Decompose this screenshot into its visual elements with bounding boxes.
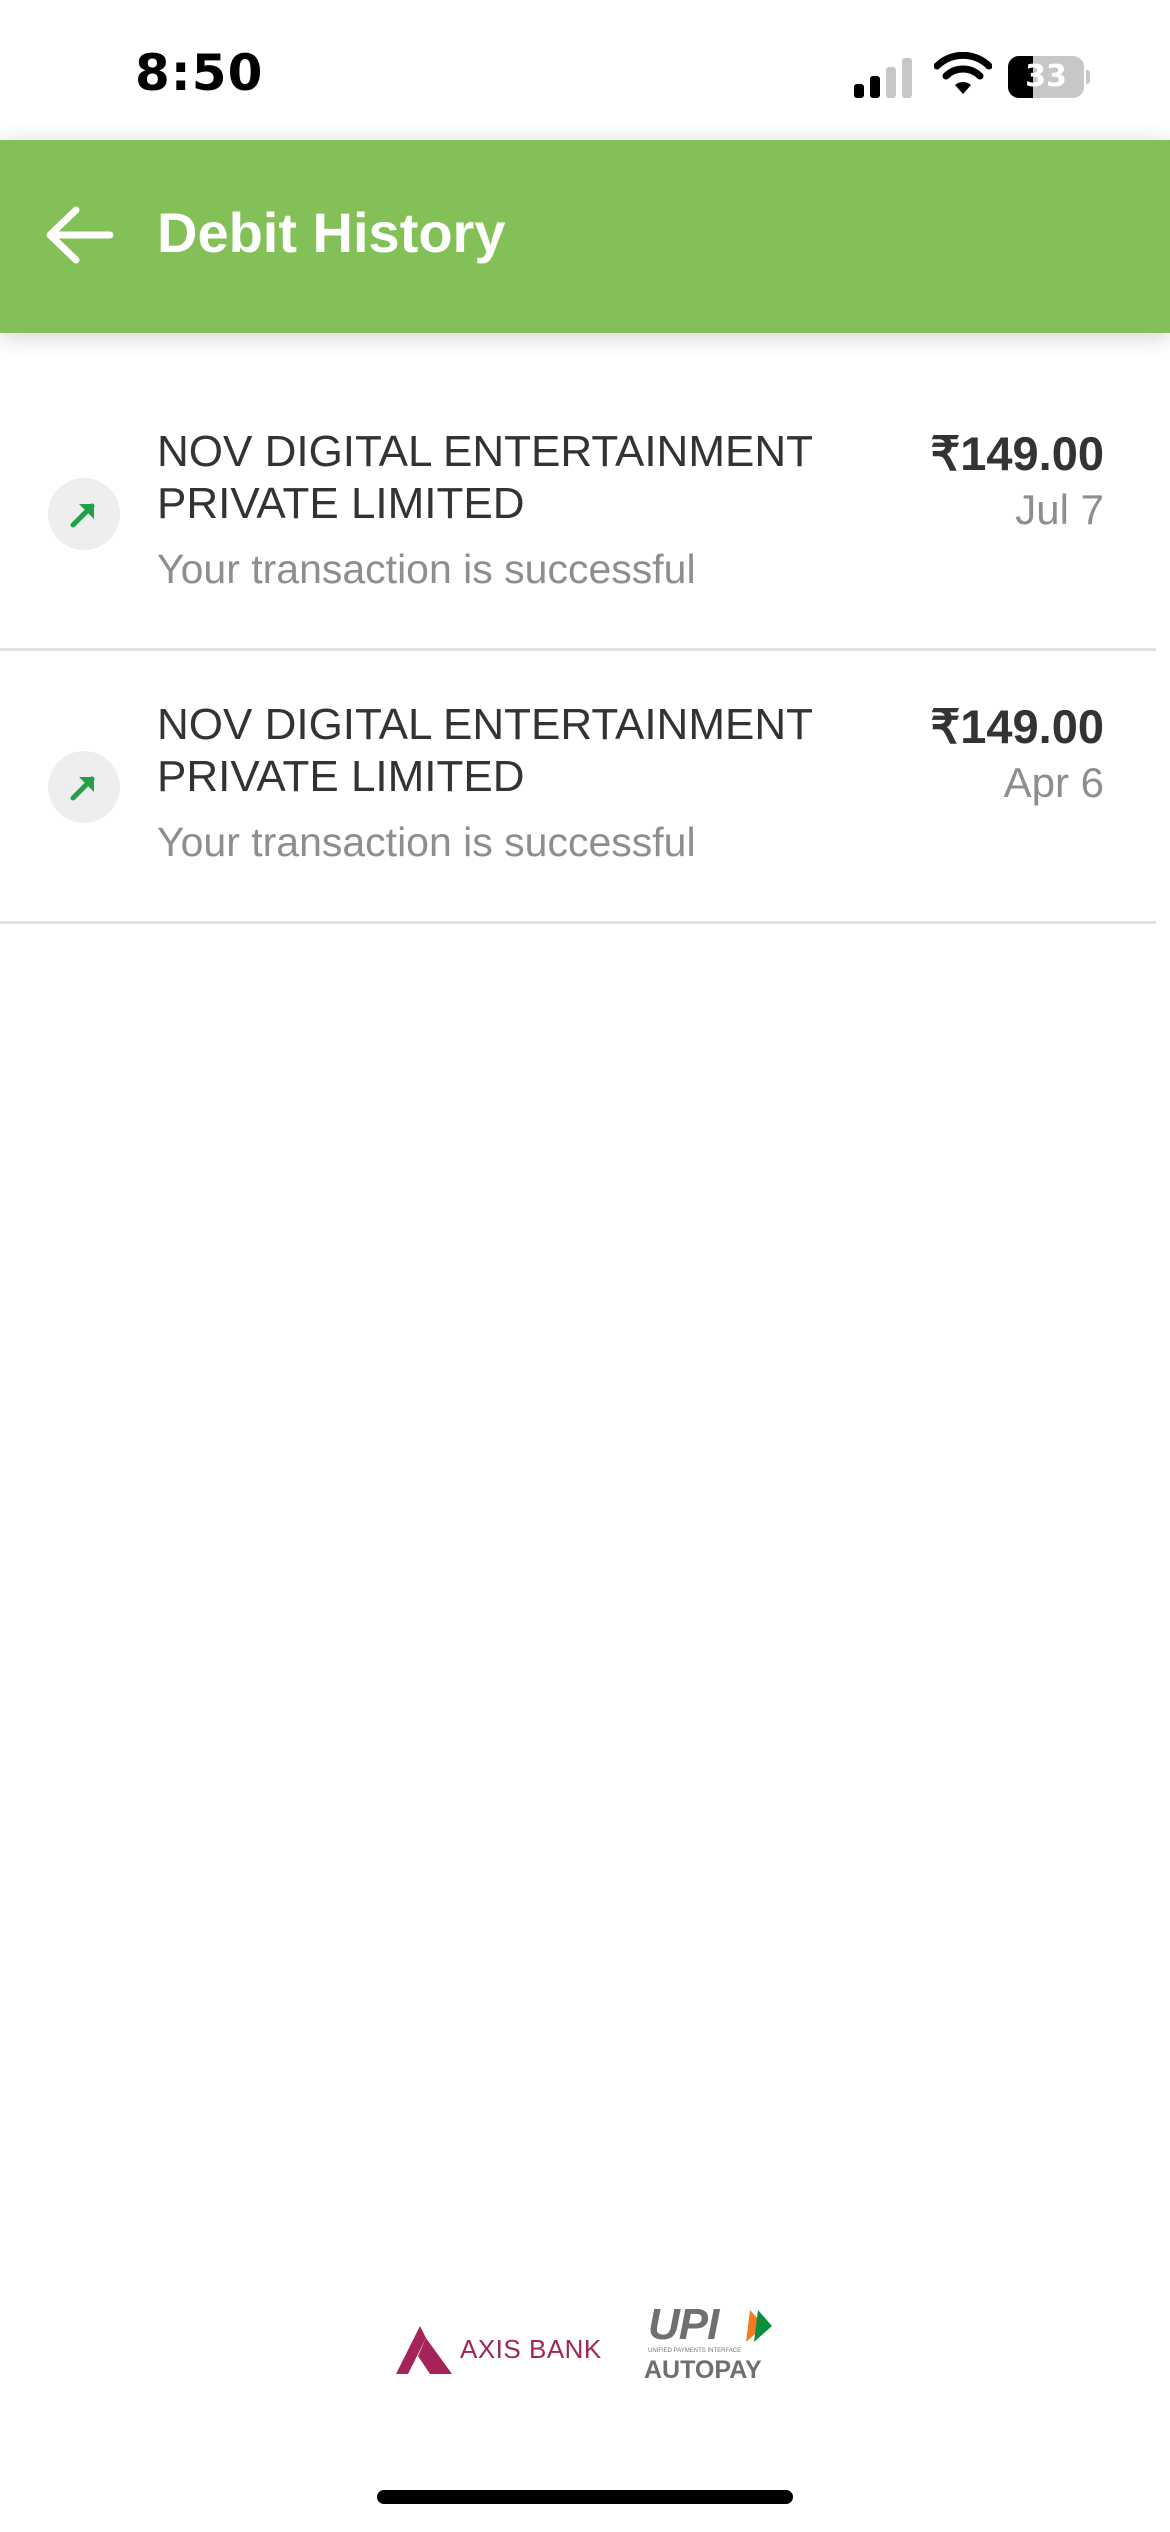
transaction-list: NOV DIGITAL ENTERTAINMENT PRIVATE LIMITE… xyxy=(0,378,1156,924)
merchant-name: NOV DIGITAL ENTERTAINMENT PRIVATE LIMITE… xyxy=(157,700,813,801)
page-title: Debit History xyxy=(157,201,506,264)
app-bar: Debit History xyxy=(0,140,1170,333)
transaction-icon-container xyxy=(48,478,120,550)
arrow-up-right-icon xyxy=(70,776,95,801)
transaction-date: Jul 7 xyxy=(1015,486,1104,533)
bank-name: AXIS BANK xyxy=(460,2334,602,2364)
cellular-signal-icon xyxy=(854,58,912,98)
transaction-amount: ₹149.00 xyxy=(930,700,1104,753)
screen: 8:50 33 Debit History NOV DIGITAL ENTERT… xyxy=(0,0,1170,2532)
home-indicator[interactable] xyxy=(377,2490,793,2504)
transaction-status: Your transaction is successful xyxy=(157,819,696,865)
battery-body: 33 xyxy=(1008,56,1084,98)
wifi-icon xyxy=(934,52,992,94)
battery-icon: 33 xyxy=(1008,56,1090,98)
status-bar: 8:50 33 xyxy=(0,0,1170,140)
upi-subtitle: UNIFIED PAYMENTS INTERFACE xyxy=(648,2348,742,2354)
transaction-status: Your transaction is successful xyxy=(157,546,696,592)
arrow-left-icon xyxy=(46,206,114,264)
axis-bank-mark-icon xyxy=(396,2326,452,2374)
arrow-up-right-icon xyxy=(70,503,95,528)
transaction-row[interactable]: NOV DIGITAL ENTERTAINMENT PRIVATE LIMITE… xyxy=(0,378,1156,651)
axis-bank-logo: AXIS BANK xyxy=(390,2322,610,2378)
transaction-icon-container xyxy=(48,751,120,823)
upi-flag-icon xyxy=(746,2310,772,2342)
back-button[interactable] xyxy=(36,190,126,280)
autopay-label: AUTOPAY xyxy=(644,2356,762,2384)
transaction-date: Apr 6 xyxy=(1003,759,1104,806)
upi-autopay-logo: UPI UNIFIED PAYMENTS INTERFACE AUTOPAY xyxy=(642,2300,782,2390)
merchant-name: NOV DIGITAL ENTERTAINMENT PRIVATE LIMITE… xyxy=(157,427,813,528)
battery-cap xyxy=(1086,70,1090,84)
transaction-row[interactable]: NOV DIGITAL ENTERTAINMENT PRIVATE LIMITE… xyxy=(0,651,1156,924)
battery-level: 33 xyxy=(1025,59,1067,94)
footer-logos: AXIS BANK UPI UNIFIED PAYMENTS INTERFACE… xyxy=(390,2300,790,2390)
status-time: 8:50 xyxy=(135,44,264,102)
transaction-amount: ₹149.00 xyxy=(930,427,1104,480)
upi-brand: UPI xyxy=(648,2300,719,2349)
